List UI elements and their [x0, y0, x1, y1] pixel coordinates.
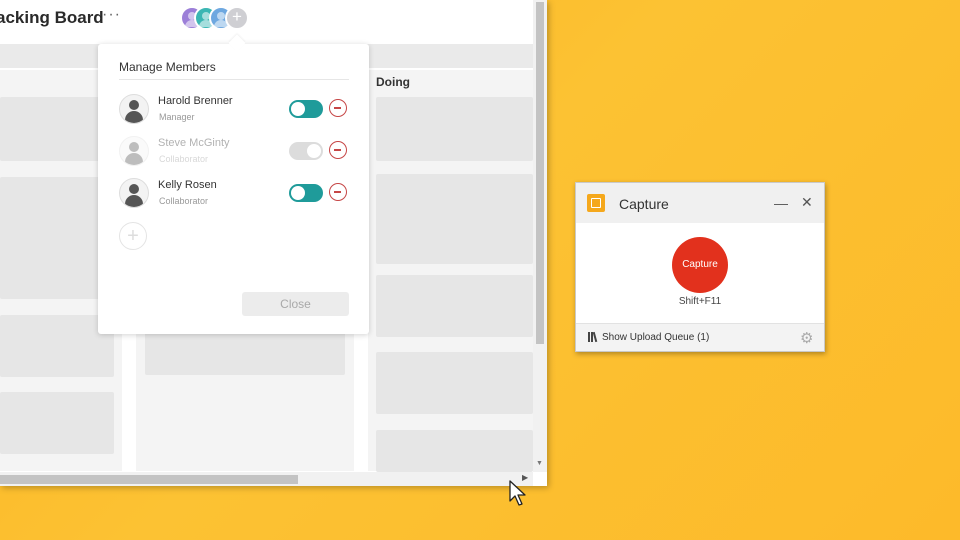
capture-logo-icon — [587, 194, 605, 212]
board-title: acking Board — [0, 8, 104, 27]
card[interactable] — [0, 315, 114, 377]
manage-members-popover: Manage Members Harold Brenner Manager St… — [98, 34, 369, 334]
scroll-down-arrow-icon[interactable]: ▼ — [536, 460, 543, 467]
horizontal-scroll-thumb[interactable] — [0, 475, 298, 484]
close-button[interactable]: Close — [242, 292, 349, 316]
card[interactable] — [376, 352, 533, 414]
minus-circle-icon[interactable] — [329, 99, 347, 117]
member-role: Collaborator — [159, 154, 209, 164]
gear-icon[interactable]: ⚙ — [800, 329, 813, 347]
member-role: Collaborator — [159, 196, 209, 206]
card[interactable] — [376, 174, 533, 264]
member-name: Harold Brenner — [158, 95, 233, 107]
column-title-doing: Doing — [376, 75, 410, 89]
add-member-button[interactable]: + — [119, 222, 147, 250]
library-icon[interactable] — [588, 331, 598, 343]
card[interactable] — [376, 275, 533, 337]
card[interactable] — [376, 430, 533, 472]
close-icon[interactable]: ✕ — [801, 194, 813, 211]
minus-circle-icon[interactable] — [329, 183, 347, 201]
member-row: Kelly Rosen Collaborator — [119, 178, 349, 214]
vertical-scroll-thumb[interactable] — [536, 2, 544, 344]
capture-titlebar: Capture — ✕ — [576, 183, 824, 223]
capture-button[interactable]: Capture — [672, 237, 728, 293]
show-upload-queue-link[interactable]: Show Upload Queue (1) — [602, 332, 709, 343]
board-window: acking Board ··· + Doing ▼ ▶ Manage Memb… — [0, 0, 547, 486]
member-role: Manager — [159, 112, 195, 122]
person-icon — [119, 178, 149, 208]
minus-circle-icon[interactable] — [329, 141, 347, 159]
member-name: Kelly Rosen — [158, 179, 217, 191]
divider — [119, 79, 349, 80]
capture-hotkey: Shift+F11 — [678, 296, 722, 307]
member-toggle[interactable] — [289, 100, 323, 118]
card[interactable] — [0, 392, 114, 454]
mouse-pointer-icon — [509, 480, 526, 506]
horizontal-scrollbar[interactable]: ▶ — [0, 472, 533, 486]
person-icon — [119, 136, 149, 166]
card[interactable] — [145, 330, 345, 375]
capture-window-title: Capture — [619, 196, 669, 212]
card[interactable] — [0, 177, 114, 299]
member-toggle[interactable] — [289, 142, 323, 160]
card[interactable] — [376, 97, 533, 161]
person-icon — [119, 94, 149, 124]
member-toggle[interactable] — [289, 184, 323, 202]
popover-caret — [228, 34, 246, 52]
member-row: Harold Brenner Manager — [119, 94, 349, 130]
card[interactable] — [0, 97, 114, 161]
vertical-scrollbar[interactable]: ▼ — [533, 0, 547, 472]
member-row: Steve McGinty Collaborator — [119, 136, 349, 172]
capture-window: Capture — ✕ Capture Shift+F11 Show Uploa… — [575, 182, 825, 352]
more-options-icon[interactable]: ··· — [102, 6, 121, 24]
minimize-icon[interactable]: — — [774, 195, 788, 211]
capture-footer: Show Upload Queue (1) ⚙ — [576, 323, 824, 351]
popover-title: Manage Members — [119, 60, 216, 74]
member-name: Steve McGinty — [158, 137, 230, 149]
add-member-avatar-button[interactable]: + — [225, 6, 249, 30]
